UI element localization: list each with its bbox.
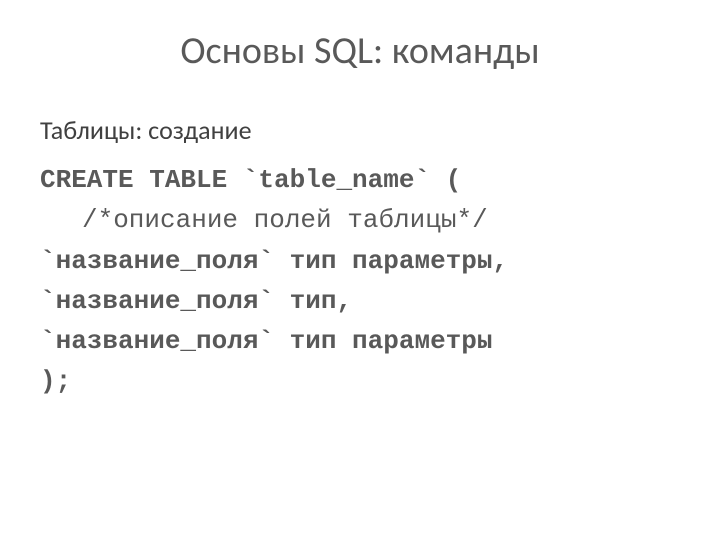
code-line: CREATE TABLE `table_name` ( [40, 160, 680, 200]
code-line: ); [40, 361, 680, 401]
code-line: `название_поля` тип параметры, [40, 241, 680, 281]
slide-body: Таблицы: создание CREATE TABLE `table_na… [40, 114, 680, 402]
code-line-comment: /*описание полей таблицы*/ [40, 200, 680, 240]
slide-title: Основы SQL: команды [40, 28, 680, 74]
section-subtitle: Таблицы: создание [40, 114, 680, 146]
code-line: `название_поля` тип, [40, 281, 680, 321]
code-block: CREATE TABLE `table_name` ( /*описание п… [40, 160, 680, 402]
code-line: `название_поля` тип параметры [40, 321, 680, 361]
